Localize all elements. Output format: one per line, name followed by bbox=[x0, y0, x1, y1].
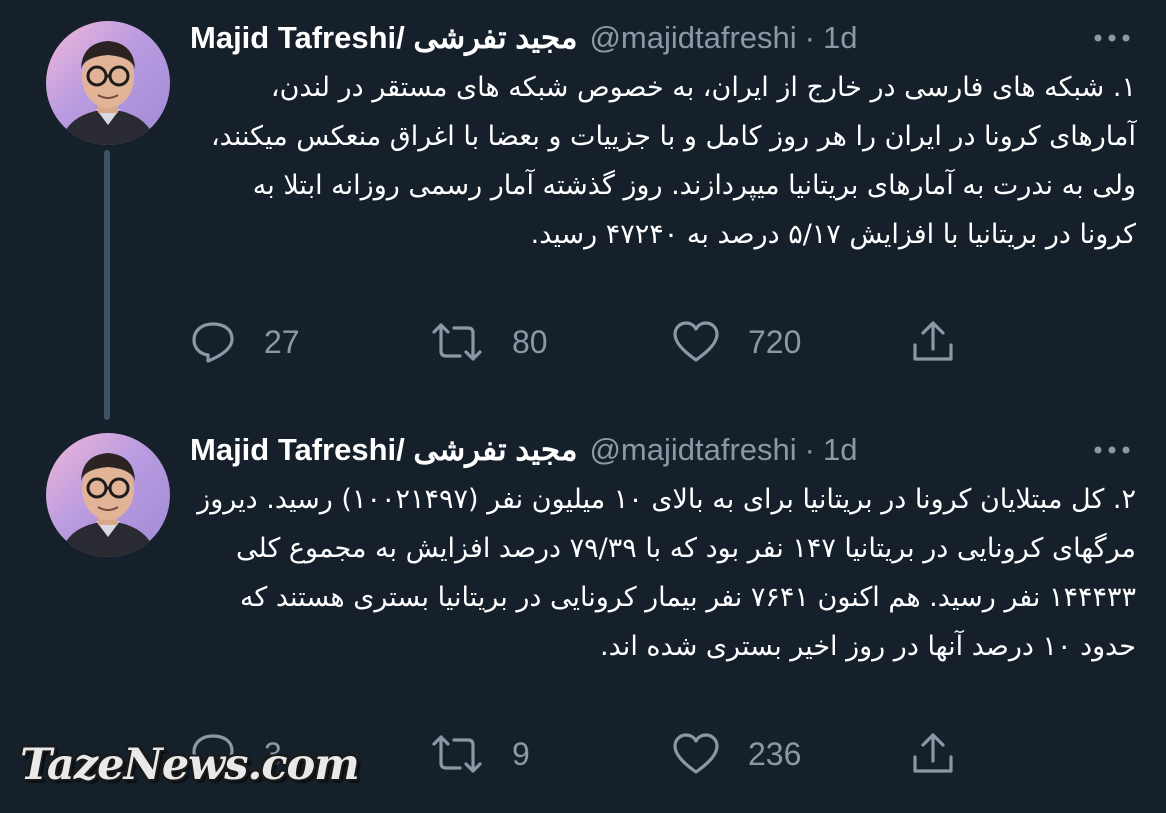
share-button[interactable] bbox=[910, 728, 956, 780]
more-options-icon bbox=[1092, 33, 1132, 43]
separator-dot: · bbox=[804, 432, 815, 467]
tweet-actions: 27 80 720 bbox=[190, 316, 970, 368]
avatar[interactable] bbox=[46, 433, 170, 557]
share-icon bbox=[910, 731, 956, 777]
avatar[interactable] bbox=[46, 21, 170, 145]
tweet-header: Majid Tafreshi/ مجید تفرشی @majidtafresh… bbox=[190, 18, 1136, 58]
reply-count: 27 bbox=[264, 323, 300, 360]
display-name[interactable]: Majid Tafreshi/ مجید تفرشی bbox=[190, 432, 577, 468]
like-count: 720 bbox=[748, 323, 802, 360]
tweet-text: ۲. کل مبتلایان کرونا در بریتانیا برای به… bbox=[197, 484, 1136, 662]
display-name[interactable]: Majid Tafreshi/ مجید تفرشی bbox=[190, 20, 577, 56]
like-button[interactable]: 720 bbox=[672, 316, 801, 368]
more-options-button[interactable] bbox=[1088, 432, 1136, 468]
reply-button[interactable]: 27 bbox=[190, 316, 300, 368]
retweet-count: 9 bbox=[512, 735, 530, 772]
retweet-button[interactable]: 80 bbox=[430, 316, 548, 368]
share-icon bbox=[910, 319, 956, 365]
user-handle[interactable]: @majidtafreshi bbox=[589, 20, 796, 56]
retweet-count: 80 bbox=[512, 323, 548, 360]
retweet-icon bbox=[430, 732, 484, 776]
more-options-button[interactable] bbox=[1088, 20, 1136, 56]
heart-icon bbox=[672, 320, 720, 364]
timestamp[interactable]: 1d bbox=[823, 432, 857, 468]
reply-icon bbox=[190, 320, 236, 364]
like-count: 236 bbox=[748, 735, 802, 772]
tweet-header: Majid Tafreshi/ مجید تفرشی @majidtafresh… bbox=[190, 430, 1136, 470]
separator-dot: · bbox=[804, 20, 815, 55]
tweet-text: ۱. شبکه های فارسی در خارج از ایران، به خ… bbox=[210, 72, 1136, 250]
user-handle[interactable]: @majidtafreshi bbox=[589, 432, 796, 468]
tweet-thread: Majid Tafreshi/ مجید تفرشی @majidtafresh… bbox=[0, 0, 1166, 813]
timestamp[interactable]: 1d bbox=[823, 20, 857, 56]
share-button[interactable] bbox=[910, 316, 956, 368]
like-button[interactable]: 236 bbox=[672, 728, 801, 780]
retweet-button[interactable]: 9 bbox=[430, 728, 530, 780]
watermark-logo: TazeNews.com bbox=[20, 740, 360, 790]
more-options-icon bbox=[1092, 445, 1132, 455]
retweet-icon bbox=[430, 320, 484, 364]
thread-connector-line bbox=[104, 150, 110, 420]
heart-icon bbox=[672, 732, 720, 776]
